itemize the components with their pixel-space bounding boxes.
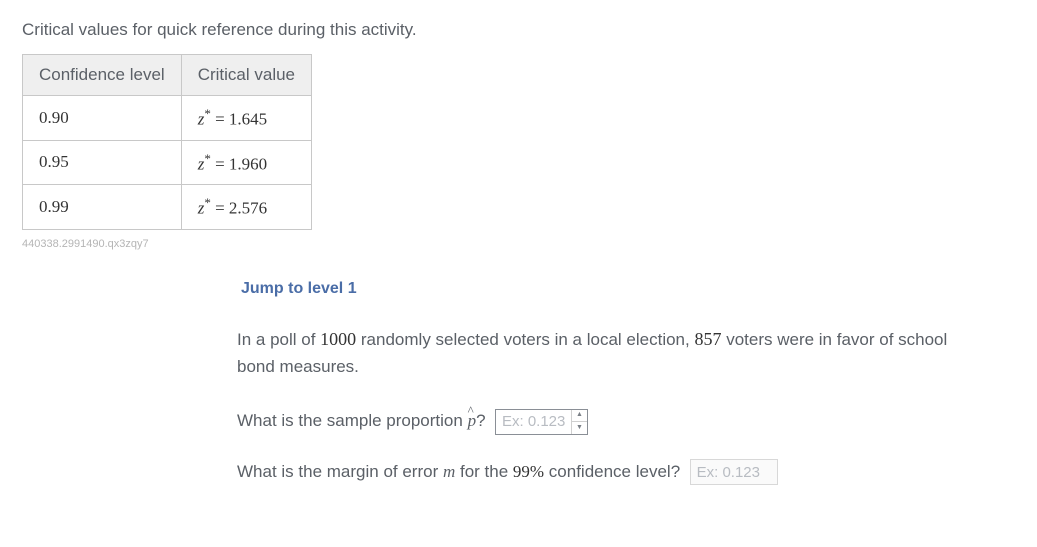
sample-proportion-input[interactable] (496, 410, 571, 434)
q2-text-mid: for the (455, 462, 513, 481)
intro-text: Critical values for quick reference duri… (22, 20, 1015, 40)
equals: = (211, 154, 229, 173)
question-1: What is the sample proportion ^p? ▲ ▼ (237, 408, 977, 435)
p-hat-symbol: ^p (468, 408, 477, 434)
conf-level-value: 0.90 (39, 108, 69, 127)
conf-level-value: 0.99 (39, 197, 69, 216)
question-2: What is the margin of error m for the 99… (237, 459, 977, 486)
margin-of-error-input[interactable] (690, 459, 778, 485)
q2-text-before: What is the margin of error (237, 462, 443, 481)
table-row: 0.95 z* = 1.960 (23, 140, 312, 185)
sample-proportion-input-wrap: ▲ ▼ (495, 409, 588, 435)
m-symbol: m (443, 462, 455, 481)
table-row: 0.99 z* = 2.576 (23, 185, 312, 230)
step-down-icon[interactable]: ▼ (572, 422, 587, 434)
jump-to-level-link[interactable]: Jump to level 1 (241, 280, 357, 298)
z-value: 1.645 (229, 110, 267, 129)
step-up-icon[interactable]: ▲ (572, 410, 587, 423)
q1-qmark: ? (476, 411, 485, 430)
stepper: ▲ ▼ (571, 410, 587, 434)
table-row: 0.90 z* = 1.645 (23, 96, 312, 141)
id-footprint: 440338.2991490.qx3zqy7 (22, 238, 1015, 250)
question-area: Jump to level 1 In a poll of 1000 random… (237, 278, 977, 485)
favor-count: 857 (694, 329, 721, 349)
equals: = (211, 199, 229, 218)
z-value: 2.576 (229, 199, 267, 218)
z-value: 1.960 (229, 154, 267, 173)
critical-values-table: Confidence level Critical value 0.90 z* … (22, 54, 312, 230)
sample-size: 1000 (320, 329, 356, 349)
header-confidence: Confidence level (23, 55, 182, 96)
q1-text: What is the sample proportion (237, 411, 468, 430)
text: In a poll of (237, 330, 320, 349)
q2-text-after: confidence level? (544, 462, 680, 481)
problem-statement: In a poll of 1000 randomly selected vote… (237, 326, 977, 380)
header-critical: Critical value (181, 55, 311, 96)
confidence-pct: 99% (513, 462, 544, 481)
equals: = (211, 110, 229, 129)
text: randomly selected voters in a local elec… (356, 330, 694, 349)
conf-level-value: 0.95 (39, 152, 69, 171)
